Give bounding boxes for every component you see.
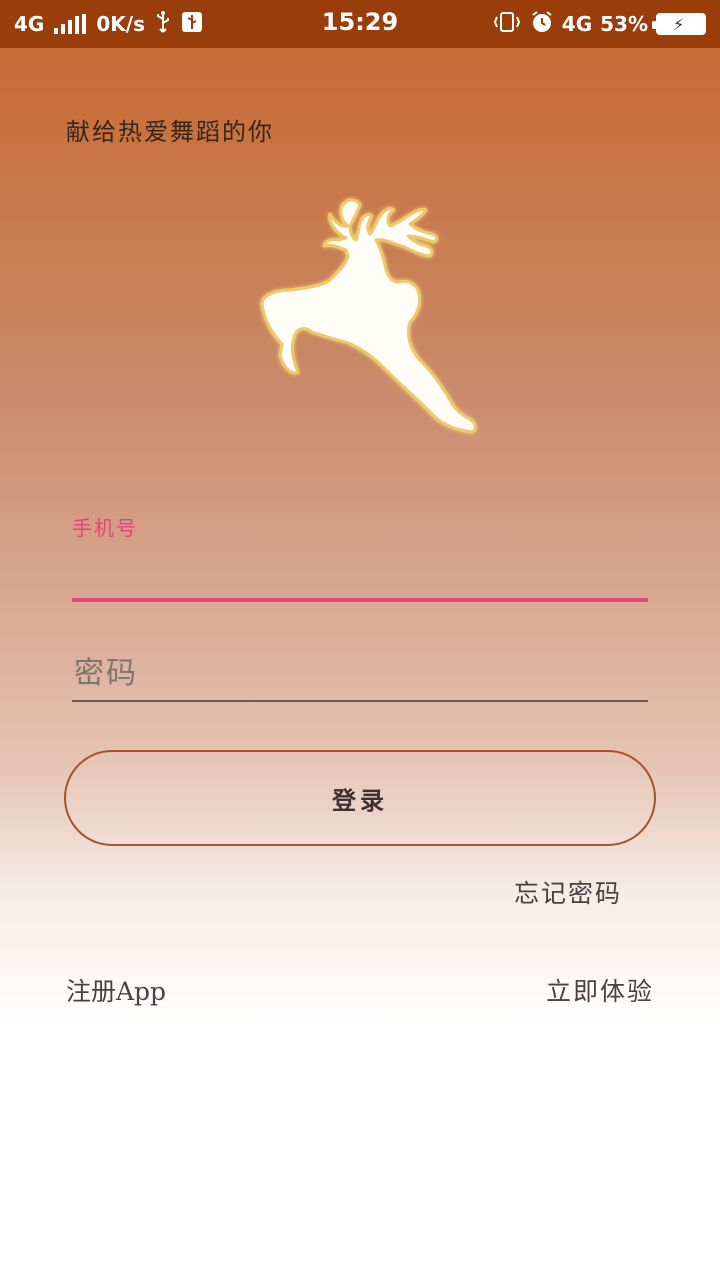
leaping-deer-icon: [250, 186, 490, 436]
password-field: [72, 646, 648, 702]
network-type-right: 4G: [561, 12, 593, 36]
login-button[interactable]: 登录: [64, 750, 656, 846]
status-bar: 4G 0K/s 15:29 4G 53% ⚡: [0, 0, 720, 48]
phone-underline: [72, 598, 648, 602]
battery-percent: 53%: [600, 12, 648, 36]
forgot-password-link[interactable]: 忘记密码: [514, 874, 622, 910]
tagline: 献给热爱舞蹈的你: [66, 118, 274, 146]
phone-input[interactable]: [74, 548, 644, 592]
phone-label: 手机号: [72, 516, 138, 540]
battery-charging-icon: ⚡: [652, 13, 706, 35]
vibrate-icon: [492, 11, 522, 38]
try-now-link[interactable]: 立即体验: [546, 972, 654, 1008]
alarm-icon: [530, 10, 554, 39]
status-right: 4G 53% ⚡: [492, 10, 706, 38]
password-underline: [72, 700, 648, 702]
password-input[interactable]: [74, 650, 644, 696]
register-link[interactable]: 注册App: [66, 972, 166, 1008]
phone-field: 手机号: [72, 512, 648, 602]
